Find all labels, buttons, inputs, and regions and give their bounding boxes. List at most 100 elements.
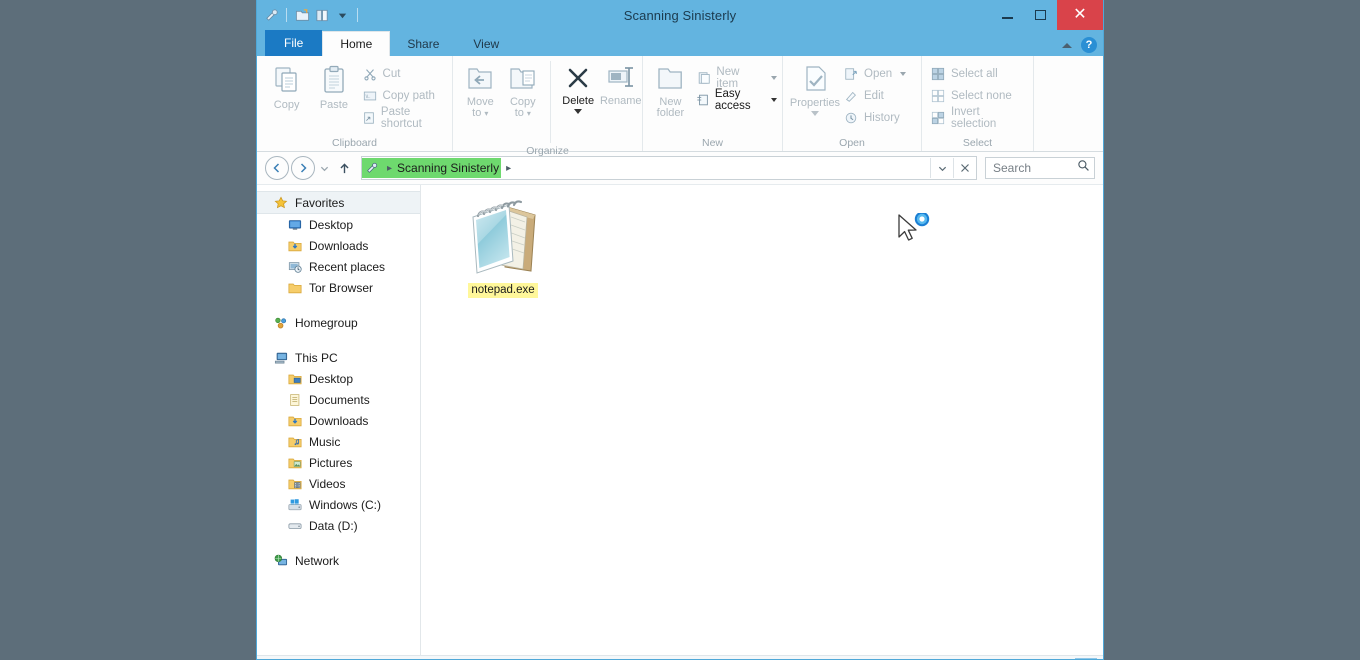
sidebar-label: Recent places: [309, 259, 386, 274]
invert-selection-button[interactable]: Invert selection: [930, 106, 1033, 130]
sidebar-item-desktop-fav[interactable]: Desktop: [257, 214, 420, 235]
properties-caret-icon[interactable]: [811, 111, 819, 116]
breadcrumb[interactable]: ▸ Scanning Sinisterly: [362, 158, 502, 178]
sidebar-label: Windows (C:): [309, 497, 382, 512]
select-none-label: Select none: [951, 90, 1012, 102]
busy-pointer-cursor: [897, 211, 937, 249]
tab-home[interactable]: Home: [322, 31, 391, 56]
sidebar-label: Downloads: [309, 413, 369, 428]
paste-label: Paste: [319, 99, 348, 111]
tab-file[interactable]: File: [265, 30, 323, 56]
sidebar-label: Music: [309, 434, 341, 449]
paste-shortcut-button[interactable]: Paste shortcut: [362, 106, 452, 130]
address-bar[interactable]: ▸ Scanning Sinisterly ▸: [361, 156, 977, 180]
undo-icon[interactable]: [312, 5, 332, 25]
stop-button[interactable]: [953, 158, 976, 178]
open-caret-icon[interactable]: [900, 72, 907, 76]
move-to-icon: [468, 68, 492, 89]
breadcrumb-separator-2[interactable]: ▸: [501, 163, 516, 174]
sidebar-label: Videos: [309, 476, 346, 491]
folder-crumb-icon: [362, 158, 382, 178]
paste-shortcut-icon: [362, 110, 376, 126]
sidebar-label: Desktop: [309, 217, 354, 232]
breadcrumb-item-0[interactable]: Scanning Sinisterly: [397, 161, 501, 175]
address-dropdown-button[interactable]: [930, 158, 953, 178]
file-list-pane[interactable]: notepad.exe: [421, 185, 1103, 655]
copy-label: Copy: [273, 99, 300, 111]
rename-button[interactable]: Rename: [599, 61, 642, 107]
search-input[interactable]: Search: [993, 161, 1077, 175]
cut-label: Cut: [382, 68, 401, 80]
select-all-button[interactable]: Select all: [930, 63, 1033, 85]
tab-view[interactable]: View: [456, 32, 516, 56]
sidebar-item-music[interactable]: Music: [257, 431, 420, 452]
network-icon: [273, 553, 289, 569]
star-icon: [273, 195, 289, 211]
sidebar-item-pictures[interactable]: Pictures: [257, 452, 420, 473]
delete-dropdown-caret-icon[interactable]: [574, 109, 583, 114]
sidebar-label: Documents: [309, 392, 370, 407]
edit-button[interactable]: Edit: [843, 85, 911, 107]
new-folder-icon[interactable]: [292, 5, 312, 25]
delete-button[interactable]: Delete: [557, 61, 600, 114]
properties-icon[interactable]: [261, 5, 281, 25]
homegroup-icon: [273, 315, 289, 331]
sidebar-item-downloads-pc[interactable]: Downloads: [257, 410, 420, 431]
move-to-button[interactable]: Move to ▾: [459, 61, 502, 119]
sidebar-item-data-d[interactable]: Data (D:): [257, 515, 420, 536]
music-folder-icon: [287, 434, 303, 450]
close-button[interactable]: ✕: [1057, 0, 1103, 30]
navigation-pane: Favorites Desktop Downloads Recent place…: [257, 185, 421, 655]
copy-to-button[interactable]: Copy to ▾: [502, 61, 545, 119]
new-item-caret-icon[interactable]: [771, 76, 777, 80]
sidebar-item-network[interactable]: Network: [257, 550, 420, 571]
help-icon[interactable]: ?: [1081, 37, 1097, 53]
sidebar-item-desktop-pc[interactable]: Desktop: [257, 368, 420, 389]
history-button[interactable]: History: [843, 107, 911, 129]
paste-icon: [324, 65, 344, 93]
sidebar-item-tor-browser[interactable]: Tor Browser: [257, 277, 420, 298]
new-folder-button[interactable]: New folder: [649, 61, 692, 119]
this-pc-icon: [273, 350, 289, 366]
sidebar-item-homegroup[interactable]: Homegroup: [257, 312, 420, 333]
maximize-button[interactable]: [1024, 0, 1057, 30]
up-button[interactable]: [333, 157, 355, 179]
list-item[interactable]: notepad.exe: [453, 195, 553, 298]
sidebar-item-this-pc[interactable]: This PC: [257, 347, 420, 368]
tab-share[interactable]: Share: [390, 32, 456, 56]
search-box[interactable]: Search: [985, 157, 1095, 179]
maximize-icon: [1035, 10, 1046, 20]
recent-locations-button[interactable]: [317, 164, 331, 173]
move-to-label: Move to ▾: [466, 96, 494, 119]
file-name-label[interactable]: notepad.exe: [468, 283, 538, 298]
rename-icon: [608, 67, 633, 87]
notepad-icon: [472, 200, 536, 274]
select-all-icon: [930, 66, 946, 82]
easy-access-caret-icon[interactable]: [771, 98, 777, 102]
sidebar-item-downloads-fav[interactable]: Downloads: [257, 235, 420, 256]
sidebar-item-windows-c[interactable]: Windows (C:): [257, 494, 420, 515]
chevron-up-icon[interactable]: [1062, 42, 1072, 48]
drive-icon: [287, 518, 303, 534]
invert-selection-icon: [930, 110, 946, 126]
history-label: History: [864, 112, 900, 124]
cut-button[interactable]: Cut: [362, 63, 452, 85]
sidebar-item-favorites[interactable]: Favorites: [257, 191, 420, 214]
forward-button[interactable]: [291, 156, 315, 180]
paste-button[interactable]: Paste: [310, 61, 357, 111]
easy-access-button[interactable]: Easy access: [696, 88, 782, 112]
windows-drive-icon: [287, 497, 303, 513]
sidebar-item-documents[interactable]: Documents: [257, 389, 420, 410]
properties-button[interactable]: Properties: [789, 61, 841, 116]
minimize-button[interactable]: [991, 0, 1024, 30]
sidebar-item-recent-places[interactable]: Recent places: [257, 256, 420, 277]
new-item-button[interactable]: New item: [696, 66, 782, 90]
quick-access-toolbar: [257, 0, 363, 30]
select-none-button[interactable]: Select none: [930, 85, 1033, 107]
copy-button[interactable]: Copy: [263, 61, 310, 111]
back-button[interactable]: [265, 156, 289, 180]
customize-quick-access-icon[interactable]: [332, 5, 352, 25]
open-button[interactable]: Open: [843, 63, 911, 85]
sidebar-item-videos[interactable]: Videos: [257, 473, 420, 494]
copy-path-button[interactable]: \\.. Copy path: [362, 85, 452, 107]
